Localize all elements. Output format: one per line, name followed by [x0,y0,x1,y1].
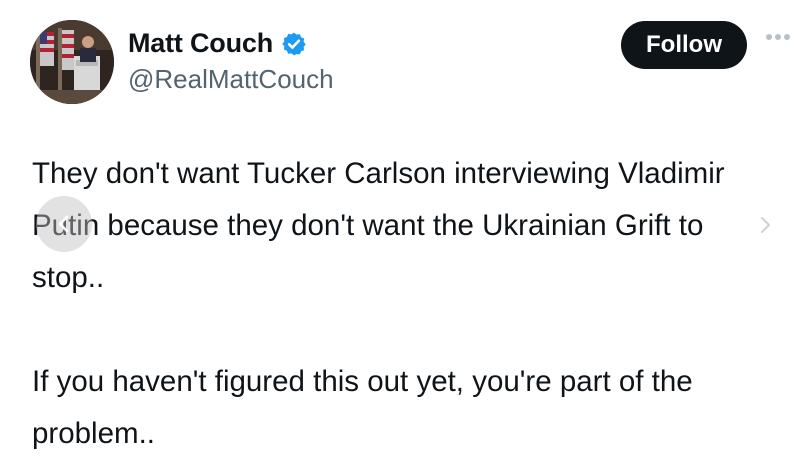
more-dot [766,34,772,40]
verified-badge-icon [282,32,306,55]
previous-arrow-button[interactable] [36,196,92,252]
author-name[interactable]: Matt Couch [128,28,273,59]
more-dots-icon[interactable] [766,34,790,40]
avatar[interactable] [30,20,114,104]
chevron-left-icon [58,215,69,233]
chevron-right-icon [761,217,770,233]
author-name-row: Matt Couch [128,28,307,59]
more-dot [775,34,781,40]
next-arrow-button[interactable] [750,210,780,240]
author-handle[interactable]: @RealMattCouch [128,64,334,95]
more-dot [784,34,790,40]
follow-button[interactable]: Follow [621,21,747,69]
tweet-text: They don't want Tucker Carlson interview… [32,157,725,450]
avatar-image [30,20,114,104]
